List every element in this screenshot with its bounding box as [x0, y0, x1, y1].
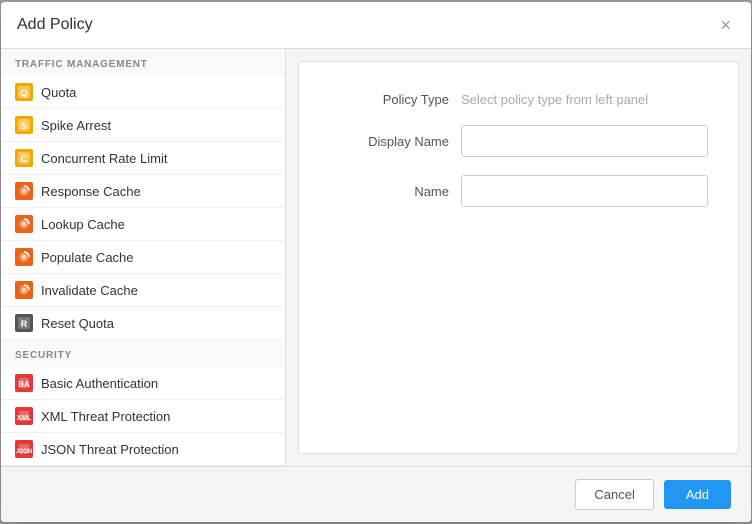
- add-button[interactable]: Add: [664, 480, 731, 509]
- section-header-security: SECURITY: [1, 340, 285, 367]
- policy-label: JSON Threat Protection: [41, 442, 179, 457]
- quota-icon: Q: [15, 83, 33, 101]
- policy-item-basic-auth[interactable]: BA Basic Authentication: [1, 367, 285, 400]
- response-cache-icon: [15, 182, 33, 200]
- policy-item-xml-threat[interactable]: XML XML Threat Protection: [1, 400, 285, 433]
- policy-label: Spike Arrest: [41, 118, 111, 133]
- spike-arrest-icon: S: [15, 116, 33, 134]
- json-threat-icon: JSON: [15, 440, 33, 458]
- section-header-traffic: TRAFFIC MANAGEMENT: [1, 49, 285, 76]
- policy-label: Populate Cache: [41, 250, 134, 265]
- policy-label: Lookup Cache: [41, 217, 125, 232]
- policy-item-lookup-cache[interactable]: Lookup Cache: [1, 208, 285, 241]
- reset-quota-icon: R: [15, 314, 33, 332]
- display-name-input[interactable]: [461, 125, 708, 157]
- policy-item-concurrent-rate-limit[interactable]: C Concurrent Rate Limit: [1, 142, 285, 175]
- svg-text:R: R: [21, 319, 28, 329]
- cancel-button[interactable]: Cancel: [575, 479, 653, 510]
- policy-label: Basic Authentication: [41, 376, 158, 391]
- policy-label: Quota: [41, 85, 76, 100]
- name-input[interactable]: [461, 175, 708, 207]
- display-name-row: Display Name: [329, 125, 708, 157]
- policy-item-invalidate-cache[interactable]: Invalidate Cache: [1, 274, 285, 307]
- policy-type-row: Policy Type Select policy type from left…: [329, 92, 708, 107]
- policy-type-label: Policy Type: [329, 92, 449, 107]
- policy-item-json-threat[interactable]: JSON JSON Threat Protection: [1, 433, 285, 466]
- modal-overlay: Add Policy × TRAFFIC MANAGEMENT Q Quota: [0, 0, 752, 524]
- xml-threat-icon: XML: [15, 407, 33, 425]
- invalidate-cache-icon: [15, 281, 33, 299]
- name-label: Name: [329, 184, 449, 199]
- modal-footer: Cancel Add: [1, 466, 751, 522]
- policy-item-populate-cache[interactable]: Populate Cache: [1, 241, 285, 274]
- populate-cache-icon: [15, 248, 33, 266]
- display-name-label: Display Name: [329, 134, 449, 149]
- policy-label: Reset Quota: [41, 316, 114, 331]
- lookup-cache-icon: [15, 215, 33, 233]
- close-button[interactable]: ×: [716, 16, 735, 34]
- policy-type-value: Select policy type from left panel: [461, 92, 648, 107]
- policy-label: Concurrent Rate Limit: [41, 151, 167, 166]
- policy-item-reset-quota[interactable]: R Reset Quota: [1, 307, 285, 340]
- policy-label: XML Threat Protection: [41, 409, 170, 424]
- policy-item-quota[interactable]: Q Quota: [1, 76, 285, 109]
- basic-auth-icon: BA: [15, 374, 33, 392]
- policy-item-spike-arrest[interactable]: S Spike Arrest: [1, 109, 285, 142]
- svg-text:JSON: JSON: [16, 449, 32, 455]
- svg-text:XML: XML: [17, 415, 33, 422]
- modal-title: Add Policy: [17, 16, 93, 34]
- policy-label: Response Cache: [41, 184, 141, 199]
- modal-header: Add Policy ×: [1, 2, 751, 49]
- svg-text:C: C: [21, 154, 28, 164]
- modal-body: TRAFFIC MANAGEMENT Q Quota: [1, 49, 751, 466]
- add-policy-modal: Add Policy × TRAFFIC MANAGEMENT Q Quota: [1, 2, 751, 522]
- policy-item-response-cache[interactable]: Response Cache: [1, 175, 285, 208]
- svg-text:Q: Q: [20, 88, 27, 98]
- concurrent-rate-icon: C: [15, 149, 33, 167]
- policy-label: Invalidate Cache: [41, 283, 138, 298]
- policy-list: TRAFFIC MANAGEMENT Q Quota: [1, 49, 285, 466]
- right-panel: Policy Type Select policy type from left…: [298, 61, 739, 454]
- name-row: Name: [329, 175, 708, 207]
- svg-text:BA: BA: [18, 380, 30, 389]
- left-panel: TRAFFIC MANAGEMENT Q Quota: [1, 49, 286, 466]
- svg-text:S: S: [21, 121, 27, 131]
